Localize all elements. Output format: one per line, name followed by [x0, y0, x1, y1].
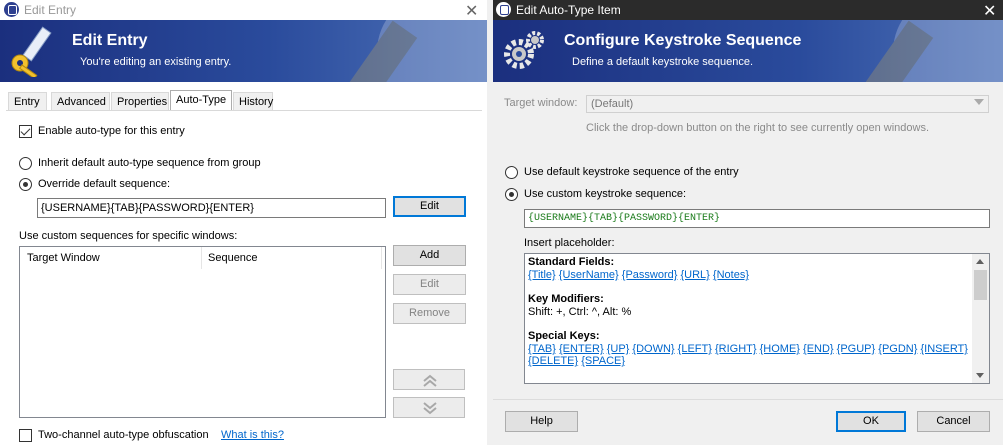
key-modifiers-heading: Key Modifiers:	[528, 293, 604, 305]
standard-fields-heading: Standard Fields:	[528, 256, 615, 268]
right-banner: Configure Keystroke Sequence Define a de…	[493, 20, 1003, 82]
scrollbar-thumb[interactable]	[974, 270, 987, 300]
placeholder-password[interactable]: {Password}	[622, 269, 678, 281]
placeholder-notes[interactable]: {Notes}	[713, 269, 749, 281]
what-is-this-link[interactable]: What is this?	[221, 429, 284, 441]
placeholder-insert[interactable]: {INSERT}	[920, 343, 968, 355]
help-button[interactable]: Help	[505, 411, 578, 432]
close-icon[interactable]: ✕	[983, 1, 996, 21]
footer-separator	[493, 399, 1003, 400]
two-channel-label: Two-channel auto-type obfuscation	[38, 429, 209, 441]
scroll-up-icon[interactable]	[976, 259, 984, 264]
placeholder-home[interactable]: {HOME}	[760, 343, 800, 355]
right-banner-subtitle: Define a default keystroke sequence.	[572, 56, 754, 68]
column-sequence[interactable]: Sequence	[201, 247, 381, 269]
chevron-down-icon[interactable]	[974, 99, 984, 105]
key-modifiers-text: Shift: +, Ctrl: ^, Alt: %	[528, 306, 632, 318]
custom-sequences-list[interactable]: Target Window Sequence	[19, 246, 386, 418]
placeholder-right[interactable]: {RIGHT}	[715, 343, 757, 355]
insert-placeholder-label: Insert placeholder:	[524, 237, 615, 249]
banner-decoration	[862, 20, 1003, 82]
special-keys-row-1: {TAB} {ENTER} {UP} {DOWN} {LEFT} {RIGHT}…	[528, 343, 968, 355]
edit-sequence-button[interactable]: Edit	[393, 196, 466, 217]
edit-entry-window: Edit Entry ✕ Edit Entry You're editing a…	[0, 0, 487, 445]
placeholder-username[interactable]: {UserName}	[559, 269, 619, 281]
remove-button[interactable]: Remove	[393, 303, 466, 324]
gears-icon	[504, 31, 544, 69]
placeholder-left[interactable]: {LEFT}	[678, 343, 712, 355]
pen-key-icon	[11, 26, 52, 77]
left-titlebar: Edit Entry ✕	[0, 0, 487, 20]
placeholder-enter[interactable]: {ENTER}	[559, 343, 604, 355]
tab-advanced[interactable]: Advanced	[51, 92, 110, 111]
column-separator	[381, 247, 382, 269]
use-custom-sequence-label: Use custom keystroke sequence:	[524, 188, 687, 200]
placeholder-url[interactable]: {URL}	[681, 269, 710, 281]
use-default-sequence-radio[interactable]	[505, 166, 518, 179]
move-up-button[interactable]	[393, 369, 465, 390]
right-banner-title: Configure Keystroke Sequence	[564, 32, 802, 49]
placeholder-tab[interactable]: {TAB}	[528, 343, 556, 355]
placeholder-title[interactable]: {Title}	[528, 269, 556, 281]
custom-windows-label: Use custom sequences for specific window…	[19, 230, 238, 242]
left-window-title: Edit Entry	[24, 3, 77, 17]
scroll-down-icon[interactable]	[976, 373, 984, 378]
two-channel-checkbox[interactable]	[19, 429, 32, 442]
placeholder-pgdn[interactable]: {PGDN}	[878, 343, 917, 355]
keepass-lock-icon	[496, 2, 511, 17]
edit-auto-type-item-window: Edit Auto-Type Item ✕ Configure Keystrok…	[493, 0, 1003, 445]
placeholder-down[interactable]: {DOWN}	[632, 343, 674, 355]
tab-auto-type[interactable]: Auto-Type	[170, 90, 232, 111]
placeholder-pgup[interactable]: {PGUP}	[837, 343, 876, 355]
special-keys-heading: Special Keys:	[528, 330, 600, 342]
use-custom-sequence-radio[interactable]	[505, 188, 518, 201]
inherit-sequence-radio[interactable]	[19, 157, 32, 170]
cancel-button[interactable]: Cancel	[917, 411, 990, 432]
placeholder-delete[interactable]: {DELETE}	[528, 355, 578, 367]
special-keys-row-2: {DELETE} {SPACE}	[528, 355, 968, 367]
standard-fields-row: {Title} {UserName} {Password} {URL} {Not…	[528, 269, 968, 281]
target-window-label: Target window:	[504, 97, 578, 109]
close-icon[interactable]: ✕	[465, 1, 478, 21]
double-chevron-up-icon	[423, 374, 437, 387]
right-titlebar: Edit Auto-Type Item ✕	[493, 0, 1003, 20]
placeholder-up[interactable]: {UP}	[607, 343, 630, 355]
placeholder-list[interactable]: Standard Fields: {Title} {UserName} {Pas…	[524, 253, 990, 384]
tab-entry[interactable]: Entry	[8, 92, 47, 111]
use-default-sequence-label: Use default keystroke sequence of the en…	[524, 166, 739, 178]
banner-decoration	[346, 20, 487, 82]
move-down-button[interactable]	[393, 397, 465, 418]
left-banner-title: Edit Entry	[72, 32, 148, 49]
keepass-lock-icon	[4, 2, 19, 17]
placeholder-scrollbar[interactable]	[972, 254, 989, 383]
override-sequence-radio[interactable]	[19, 178, 32, 191]
custom-sequence-input[interactable]: {USERNAME}{TAB}{PASSWORD}{ENTER}	[524, 209, 990, 228]
placeholder-space[interactable]: {SPACE}	[581, 355, 625, 367]
placeholder-content: Standard Fields: {Title} {UserName} {Pas…	[528, 256, 968, 367]
target-window-value: (Default)	[591, 98, 634, 110]
ok-button[interactable]: OK	[836, 411, 906, 432]
enable-autotype-label: Enable auto-type for this entry	[38, 125, 185, 137]
target-window-hint: Click the drop-down button on the right …	[586, 122, 930, 134]
left-banner-subtitle: You're editing an existing entry.	[80, 56, 232, 68]
inherit-sequence-label: Inherit default auto-type sequence from …	[38, 157, 261, 169]
override-sequence-input[interactable]: {USERNAME}{TAB}{PASSWORD}{ENTER}	[37, 198, 386, 218]
double-chevron-down-icon	[423, 402, 437, 415]
edit-item-button[interactable]: Edit	[393, 274, 466, 295]
add-button[interactable]: Add	[393, 245, 466, 266]
right-window-title: Edit Auto-Type Item	[516, 3, 621, 17]
override-sequence-label: Override default sequence:	[38, 178, 171, 190]
target-window-combo[interactable]: (Default)	[586, 95, 989, 113]
column-target-window[interactable]: Target Window	[20, 247, 201, 269]
tab-history[interactable]: History	[233, 92, 273, 111]
left-banner: Edit Entry You're editing an existing en…	[0, 20, 487, 82]
placeholder-end[interactable]: {END}	[803, 343, 834, 355]
enable-autotype-checkbox[interactable]	[19, 125, 32, 138]
tab-properties[interactable]: Properties	[111, 92, 169, 111]
